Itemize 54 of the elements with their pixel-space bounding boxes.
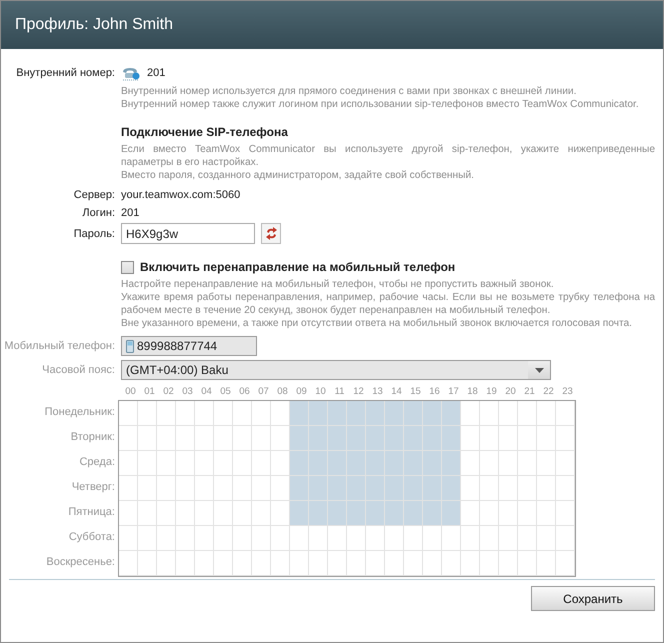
hour-label: 09 <box>295 386 308 397</box>
hour-label: 15 <box>409 386 422 397</box>
hour-label: 18 <box>466 386 479 397</box>
hour-label: 20 <box>504 386 517 397</box>
day-label: Четверг: <box>70 480 115 495</box>
hour-label: 06 <box>238 386 251 397</box>
hour-label: 21 <box>523 386 536 397</box>
help-text: Внутренний номер также служит логином при использовании sip-телефонов вместо TeamWox Communicator. <box>121 98 640 111</box>
save-button[interactable]: Сохранить <box>531 586 655 611</box>
window-title: Профиль: John Smith <box>15 16 173 34</box>
hour-label: 22 <box>542 386 555 397</box>
field-label: Мобильный телефон: <box>3 340 115 352</box>
password-field[interactable]: H6X9g3w <box>121 223 255 244</box>
hour-label: 13 <box>371 386 384 397</box>
field-label: Пароль: <box>72 228 115 240</box>
hour-label: 19 <box>485 386 498 397</box>
hour-label: 12 <box>352 386 365 397</box>
timezone-dropdown[interactable]: (GMT+04:00) Baku <box>121 360 551 380</box>
help-text: Укажите время работы перенаправления, например, рабочие часы. Если вы не возьмете трубку телефона на рабочем месте в течение 20 секунд, звонок будет перенаправлен на мобильный телефон. <box>121 291 655 317</box>
section-heading: Подключение SIP-телефона <box>121 125 288 139</box>
hour-label: 02 <box>162 386 175 397</box>
hour-label: 01 <box>143 386 156 397</box>
field-label: Часовой пояс: <box>41 364 115 376</box>
day-label: Суббота: <box>68 530 115 545</box>
help-text: Внутренний номер используется для прямого соединения с вами при звонках с внешней линии. <box>121 85 578 98</box>
help-text: Вместо пароля, созданного администратором, задайте свой собственный. <box>121 169 476 182</box>
hour-label: 03 <box>181 386 194 397</box>
day-label: Пятница: <box>67 505 115 520</box>
hour-label: 11 <box>334 386 346 397</box>
hour-label: 14 <box>390 386 403 397</box>
hour-label: 08 <box>276 386 289 397</box>
help-text: Настройте перенаправление на мобильный телефон, чтобы не пропустить важный звонок. <box>121 278 555 291</box>
hour-label: 00 <box>124 386 137 397</box>
hour-label: 04 <box>200 386 213 397</box>
hour-label: 16 <box>428 386 441 397</box>
field-label: Внутренний номер: <box>15 67 115 79</box>
day-label: Воскресенье: <box>45 555 115 570</box>
field-label: Логин: <box>81 207 115 219</box>
help-text: Вне указанного времени, а также при отсутствии ответа на мобильный звонок включается голосовая почта. <box>121 317 634 330</box>
day-label: Понедельник: <box>44 405 115 420</box>
field-label: Сервер: <box>72 189 115 201</box>
mobile-phone-field[interactable]: 899988877744 <box>121 336 257 356</box>
day-label: Вторник: <box>70 430 115 445</box>
hour-label: 17 <box>447 386 460 397</box>
hour-label: 23 <box>561 386 574 397</box>
day-label: Среда: <box>78 455 115 470</box>
hour-label: 10 <box>314 386 327 397</box>
field-value: 201 <box>121 207 140 219</box>
checkbox-label: Включить перенаправление на мобильный телефон <box>140 260 456 274</box>
field-value: your.teamwox.com:5060 <box>121 189 240 201</box>
hour-label: 05 <box>219 386 232 397</box>
hour-label: 07 <box>257 386 270 397</box>
help-text: Если вместо TeamWox Communicator вы используете другой sip-телефон, укажите нижеприведенные параметры в его настройках. <box>121 143 655 169</box>
extension-number: 201 <box>147 67 166 79</box>
